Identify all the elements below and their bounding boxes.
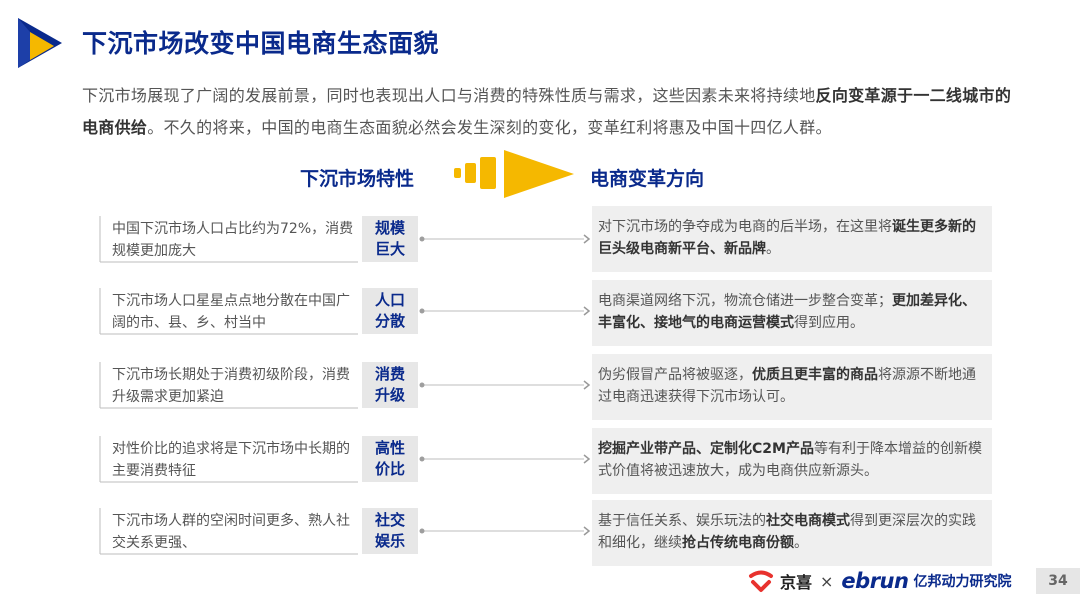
trait-text: 下沉市场长期处于消费初级阶段，消费升级需求更加紧迫 — [112, 367, 350, 405]
trait-text: 下沉市场人口星星点点地分散在中国广阔的市、县、乡、村当中 — [112, 293, 350, 331]
jingxi-logo-icon — [749, 570, 773, 592]
direction-text: 挖掘产业带产品、定制化C2M产品等有利于降本增益的创新模式价值将被迅速放大，成为… — [598, 441, 982, 479]
direction-text: 电商渠道网络下沉，物流仓储进一步整合变革；更加差异化、丰富化、接地气的电商运营模… — [598, 293, 976, 331]
direction-text: 伪劣假冒产品将被驱逐，优质且更丰富的商品将源源不断地通过电商迅速获得下沉市场认可… — [598, 367, 976, 405]
footer-brands: 京喜 × ebrun 亿邦动力研究院 — [748, 566, 1011, 596]
trait-tag: 消费升级 — [362, 362, 418, 408]
brand-ebrun: ebrun — [841, 569, 909, 593]
heading-left: 下沉市场特性 — [300, 168, 415, 190]
trait-tag: 规模巨大 — [362, 216, 418, 262]
trait-text: 中国下沉市场人口占比约为72%，消费规模更加庞大 — [112, 221, 354, 259]
direction-text: 对下沉市场的争夺成为电商的后半场，在这里将诞生更多新的巨头级电商新平台、新品牌。 — [598, 219, 976, 257]
trait-text: 下沉市场人群的空闲时间更多、熟人社交关系更强、 — [112, 513, 350, 551]
trait-text: 对性价比的追求将是下沉市场中长期的主要消费特征 — [112, 441, 350, 479]
page-title: 下沉市场改变中国电商生态面貌 — [82, 29, 440, 58]
page-number: 34 — [1036, 568, 1080, 594]
direction-text: 基于信任关系、娱乐玩法的社交电商模式得到更深层次的实践和细化，继续抢占传统电商份… — [598, 513, 976, 551]
brand-logo-icon — [18, 18, 62, 68]
times-sign: × — [820, 571, 834, 591]
arrow-right-icon — [454, 150, 574, 198]
trait-tag: 人口分散 — [362, 288, 418, 334]
brand-institute: 亿邦动力研究院 — [913, 574, 1012, 590]
intro-paragraph: 下沉市场展现了广阔的发展前景，同时也表现出人口与消费的特殊性质与需求，这些因素未… — [82, 86, 1012, 137]
brand-jingxi: 京喜 — [780, 573, 813, 592]
heading-right: 电商变革方向 — [590, 168, 705, 190]
trait-tag: 高性价比 — [362, 436, 418, 482]
trait-tag: 社交娱乐 — [362, 508, 418, 554]
